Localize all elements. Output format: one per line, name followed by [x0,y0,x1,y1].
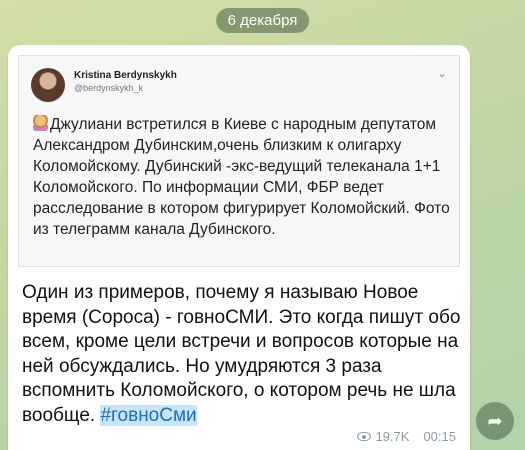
avatar [31,68,65,102]
message-text: Один из примеров, почему я называю Новое… [22,282,461,426]
message-bubble[interactable]: Kristina Berdynskykh @berdynskykh_k ⌄ Дж… [8,45,470,450]
eye-icon [357,432,372,441]
chevron-down-icon: ⌄ [436,66,447,80]
embedded-tweet-screenshot[interactable]: Kristina Berdynskykh @berdynskykh_k ⌄ Дж… [18,55,460,267]
message-time: 00:15 [423,429,456,444]
view-count: 19.7K [375,429,410,444]
message-text-block: Один из примеров, почему я называю Новое… [22,281,462,428]
hashtag-link[interactable]: #говноСми [100,404,197,426]
share-button[interactable]: ➦ [476,402,514,440]
tweet-author-name: Kristina Berdynskykh [74,70,177,81]
share-arrow-icon: ➦ [487,410,503,431]
tweet-text: Джулиани встретился в Киеве с народным д… [33,116,450,238]
woman-emoji-icon [33,115,48,131]
tweet-author-handle: @berdynskykh_k [74,83,144,93]
message-meta: 19.7K 00:15 [357,429,456,444]
tweet-text-block: Джулиани встретился в Киеве с народным д… [33,114,453,240]
date-badge: 6 декабря [215,8,310,33]
